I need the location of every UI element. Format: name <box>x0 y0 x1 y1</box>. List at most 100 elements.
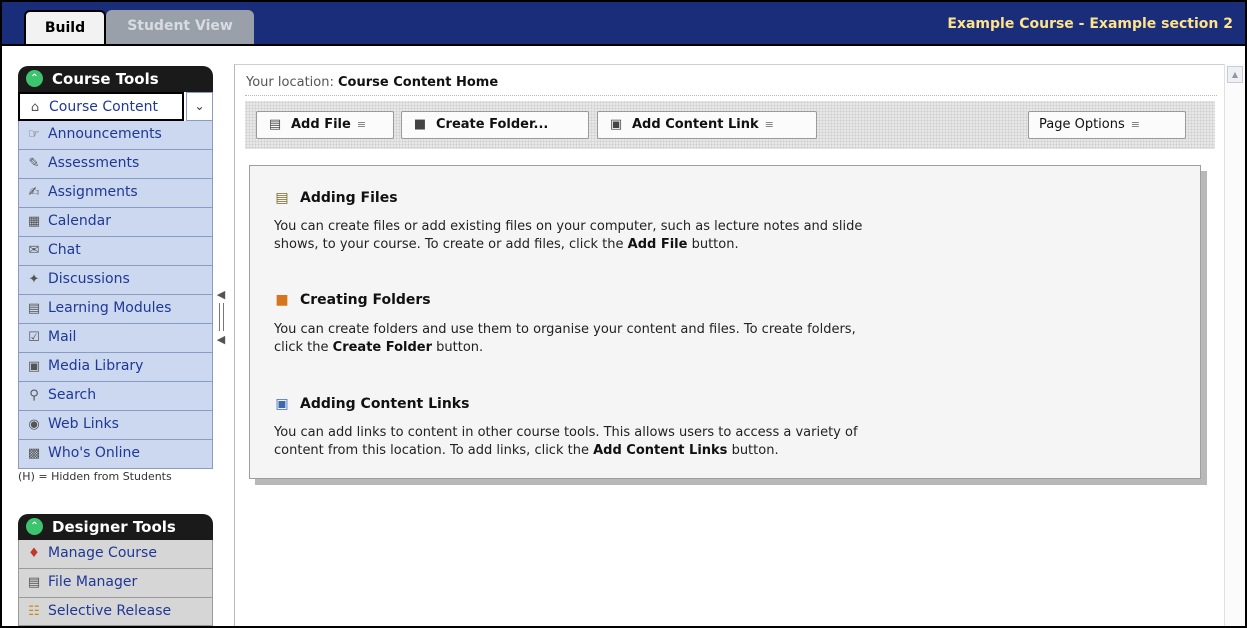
sidebar-item-label: Manage Course <box>48 545 157 561</box>
sidebar-item-assignments[interactable]: ✍ Assignments <box>18 179 213 208</box>
module-icon: ▤ <box>27 301 41 316</box>
discussion-icon: ✦ <box>28 272 40 287</box>
sidebar-item-label: Calendar <box>48 213 111 229</box>
section-title-creating-folders: ■ Creating Folders <box>274 292 430 308</box>
text-line: You can add links to content in other co… <box>274 425 858 440</box>
sidebar-item-label: Mail <box>48 329 77 345</box>
collapse-chevron-icon[interactable]: ⌃ <box>26 518 43 535</box>
tab-build[interactable]: Build <box>24 10 106 46</box>
sidebar-item-label: Announcements <box>48 126 162 142</box>
sidebar-item-mail[interactable]: ☑ Mail <box>18 324 213 353</box>
breadcrumb-current: Course Content Home <box>338 75 499 90</box>
breadcrumb-prefix: Your location: <box>246 75 334 90</box>
scroll-up-icon[interactable]: ▲ <box>1227 66 1243 83</box>
sidebar-item-selective-release[interactable]: ☷ Selective Release <box>18 598 213 626</box>
breadcrumb-divider <box>245 95 1217 96</box>
media-library-icon: ▣ <box>27 359 41 374</box>
sidebar-item-course-content[interactable]: ⌂ Course Content <box>18 92 184 121</box>
breadcrumb: Your location: Course Content Home <box>246 75 498 90</box>
create-folder-button[interactable]: ■ Create Folder... <box>401 111 589 139</box>
section-text-creating-folders: You can create folders and use them to o… <box>274 321 1034 357</box>
assessment-icon: ✎ <box>28 156 40 171</box>
selective-release-icon: ☷ <box>28 604 40 619</box>
add-file-button[interactable]: ▤ Add File ≡ <box>256 111 394 139</box>
sidebar-item-label: Course Content <box>49 99 159 115</box>
text-line: You can create folders and use them to o… <box>274 322 856 337</box>
sidebar-item-whos-online[interactable]: ▩ Who's Online <box>18 440 213 469</box>
file-icon: ▤ <box>275 190 289 206</box>
course-tools-header[interactable]: ⌃ Course Tools <box>18 66 213 92</box>
collapse-chevron-icon[interactable]: ⌃ <box>26 70 43 87</box>
sidebar-item-search[interactable]: ⚲ Search <box>18 382 213 411</box>
folder-icon: ■ <box>413 117 427 132</box>
text-line: click the <box>274 340 333 355</box>
sidebar-item-learning-modules[interactable]: ▤ Learning Modules <box>18 295 213 324</box>
add-file-label: Add File <box>291 117 351 132</box>
manage-course-icon: ♦ <box>28 546 40 561</box>
sidebar-item-label: Who's Online <box>48 445 141 461</box>
hidden-legend-note: (H) = Hidden from Students <box>18 470 172 483</box>
sidebar-item-chat[interactable]: ✉ Chat <box>18 237 213 266</box>
designer-tools-title: Designer Tools <box>52 518 176 536</box>
text-line: shows, to your course. To create or add … <box>274 237 628 252</box>
sidebar-item-label: File Manager <box>48 574 138 590</box>
course-content-dropdown-icon[interactable]: ⌄ <box>186 92 213 121</box>
sidebar-item-web-links[interactable]: ◉ Web Links <box>18 411 213 440</box>
collapse-left-icon: ◀ <box>216 333 226 346</box>
mail-icon: ☑ <box>28 330 40 345</box>
sidebar-item-label: Assignments <box>48 184 138 200</box>
section-title-adding-files: ▤ Adding Files <box>274 190 398 206</box>
sidebar-collapse-handle[interactable]: ◀ ◀ <box>216 288 226 350</box>
top-bar: Build Student View Example Course - Exam… <box>2 2 1245 46</box>
section-text-adding-content-links: You can add links to content in other co… <box>274 424 1034 460</box>
sidebar-item-discussions[interactable]: ✦ Discussions <box>18 266 213 295</box>
course-title: Example Course - Example section 2 <box>947 16 1233 32</box>
section-title-adding-content-links: ▣ Adding Content Links <box>274 396 469 412</box>
sidebar-item-media-library[interactable]: ▣ Media Library <box>18 353 213 382</box>
text-line: button. <box>687 237 739 252</box>
drag-grip-icon <box>218 303 224 331</box>
globe-icon: ◉ <box>28 417 40 432</box>
sidebar-item-label: Assessments <box>48 155 140 171</box>
add-content-link-label: Add Content Link <box>632 117 759 132</box>
collapse-left-icon: ◀ <box>216 288 226 301</box>
course-tools-title: Course Tools <box>52 70 159 88</box>
sidebar-item-label: Media Library <box>48 358 144 374</box>
assignment-icon: ✍ <box>28 185 40 200</box>
page-options-button[interactable]: Page Options ≡ <box>1028 111 1186 139</box>
text-line: button. <box>432 340 484 355</box>
sidebar-item-announcements[interactable]: ☞ Announcements <box>18 121 213 150</box>
dropdown-arrow-icon: ≡ <box>356 118 367 131</box>
sidebar-item-calendar[interactable]: ▦ Calendar <box>18 208 213 237</box>
user-icon: ▩ <box>27 446 41 461</box>
text-line: content from this location. To add links… <box>274 443 594 458</box>
add-content-link-button[interactable]: ▣ Add Content Link ≡ <box>597 111 817 139</box>
section-title-text: Adding Files <box>300 190 398 206</box>
file-manager-icon: ▤ <box>27 575 41 590</box>
designer-tools-header[interactable]: ⌃ Designer Tools <box>18 514 213 540</box>
sidebar-item-label: Chat <box>48 242 81 258</box>
section-title-text: Adding Content Links <box>300 396 470 412</box>
tab-student-view[interactable]: Student View <box>106 10 254 44</box>
sidebar-item-file-manager[interactable]: ▤ File Manager <box>18 569 213 598</box>
chat-icon: ✉ <box>28 243 40 258</box>
create-folder-label: Create Folder... <box>436 117 549 132</box>
sidebar-item-assessments[interactable]: ✎ Assessments <box>18 150 213 179</box>
app-frame: Build Student View Example Course - Exam… <box>0 0 1247 628</box>
sidebar-item-label: Learning Modules <box>48 300 172 316</box>
text-line: button. <box>727 443 779 458</box>
text-emphasis: Add File <box>627 237 688 252</box>
text-emphasis: Create Folder <box>332 340 433 355</box>
search-icon: ⚲ <box>29 388 39 403</box>
calendar-icon: ▦ <box>27 214 41 229</box>
home-icon: ⌂ <box>30 100 40 115</box>
text-emphasis: Add Content Links <box>593 443 728 458</box>
folder-icon: ■ <box>275 292 289 308</box>
sidebar-item-manage-course[interactable]: ♦ Manage Course <box>18 540 213 569</box>
content-link-icon: ▣ <box>275 396 289 412</box>
vertical-scrollbar[interactable]: ▲ <box>1224 64 1245 626</box>
content-link-icon: ▣ <box>609 117 623 132</box>
page-options-label: Page Options <box>1039 117 1125 132</box>
section-text-adding-files: You can create files or add existing fil… <box>274 218 1034 254</box>
sidebar-item-label: Discussions <box>48 271 130 287</box>
